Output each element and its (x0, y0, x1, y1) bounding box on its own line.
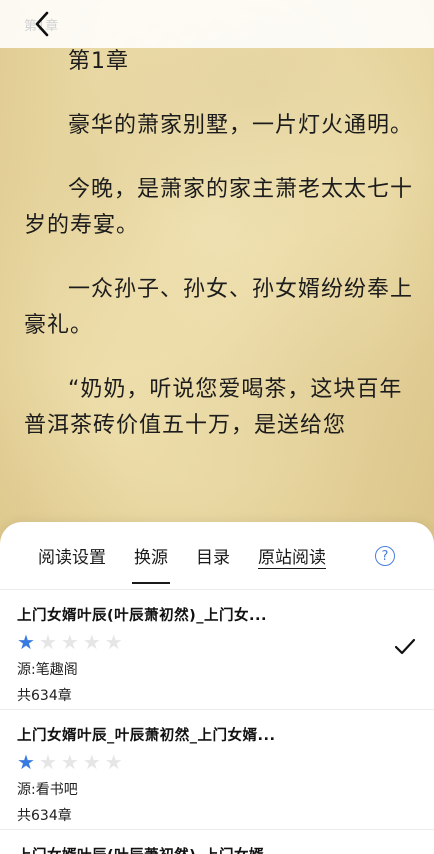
star-empty-icon: ★ (60, 750, 79, 774)
source-name: 源:看书吧 (17, 782, 78, 798)
paragraph: 今晚，是萧家的家主萧老太太七十岁的寿宴。 (24, 177, 414, 238)
star-empty-icon: ★ (82, 630, 101, 654)
star-empty-icon: ★ (104, 750, 123, 774)
star-filled-icon: ★ (17, 750, 35, 774)
sheet-tabs: 阅读设置 换源 目录 原站阅读 ? (0, 522, 434, 590)
chevron-left-icon (35, 11, 49, 37)
paragraph: “奶奶，听说您爱喝茶，这块百年普洱茶砖价值五十万，是送给您 (24, 377, 403, 438)
source-title: 上门女婿叶辰(叶辰萧初然)_上门女婿... (17, 844, 307, 854)
source-title: 上门女婿叶辰(叶辰萧初然)_上门女... (17, 608, 268, 624)
tab-original-site[interactable]: 原站阅读 (258, 543, 326, 568)
back-button[interactable] (26, 8, 58, 40)
source-item[interactable]: 上门女婿叶辰(叶辰萧初然)_上门女婿... (0, 830, 434, 854)
rating-stars: ★ ★ ★ ★ ★ (17, 631, 418, 653)
source-name: 源:笔趣阁 (17, 662, 78, 678)
star-empty-icon: ★ (38, 750, 57, 774)
checkmark-icon (394, 638, 416, 655)
paragraph: 一众孙子、孙女、孙女婿纷纷奉上豪礼。 (24, 277, 414, 338)
source-list: 上门女婿叶辰(叶辰萧初然)_上门女... ★ ★ ★ ★ ★ 源:笔趣阁 共63… (0, 590, 434, 854)
source-item[interactable]: 上门女婿叶辰_叶辰萧初然_上门女婿... ★ ★ ★ ★ ★ 源:看书吧 共63… (0, 710, 434, 830)
paragraph: 豪华的萧家别墅，一片灯火通明。 (68, 113, 414, 138)
reader-content: 第1章 豪华的萧家别墅，一片灯火通明。 今晚，是萧家的家主萧老太太七十岁的寿宴。… (24, 44, 414, 472)
source-title: 上门女婿叶辰_叶辰萧初然_上门女婿... (17, 728, 276, 744)
tab-reading-settings[interactable]: 阅读设置 (38, 543, 106, 568)
tab-change-source[interactable]: 换源 (132, 543, 170, 584)
star-empty-icon: ★ (38, 630, 57, 654)
top-bar: 第1章 (0, 0, 434, 48)
tab-contents[interactable]: 目录 (196, 543, 230, 568)
chapter-count: 共634章 (17, 808, 72, 824)
reader-page[interactable]: 第1章 第1章 豪华的萧家别墅，一片灯火通明。 今晚，是萧家的家主萧老太太七十岁… (0, 0, 434, 560)
star-empty-icon: ★ (82, 750, 101, 774)
source-switch-sheet: 阅读设置 换源 目录 原站阅读 ? 上门女婿叶辰(叶辰萧初然)_上门女... ★… (0, 522, 434, 854)
star-filled-icon: ★ (17, 630, 35, 654)
source-item[interactable]: 上门女婿叶辰(叶辰萧初然)_上门女... ★ ★ ★ ★ ★ 源:笔趣阁 共63… (0, 590, 434, 710)
rating-stars: ★ ★ ★ ★ ★ (17, 751, 418, 773)
star-empty-icon: ★ (60, 630, 79, 654)
star-empty-icon: ★ (104, 630, 123, 654)
chapter-count: 共634章 (17, 688, 72, 704)
question-circle-icon[interactable]: ? (375, 546, 395, 566)
chapter-title: 第1章 (68, 49, 129, 74)
